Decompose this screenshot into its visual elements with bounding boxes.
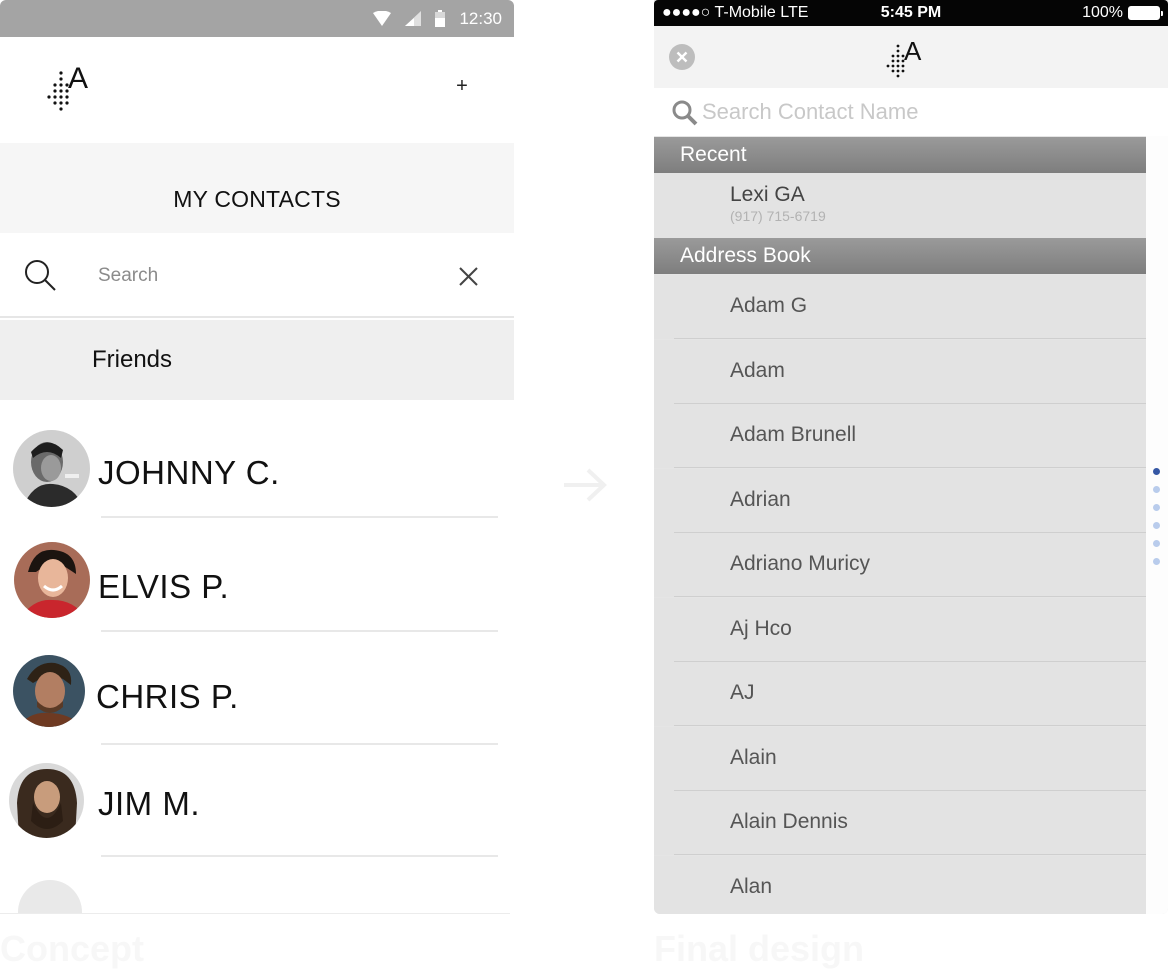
- index-dot[interactable]: [1153, 540, 1160, 547]
- contact-name: CHRIS P.: [96, 678, 239, 715]
- divider: [101, 855, 498, 857]
- index-dot[interactable]: [1153, 522, 1160, 529]
- divider: [674, 596, 1146, 597]
- list-item[interactable]: Adam: [654, 340, 1146, 404]
- battery-percent: 100%: [1082, 4, 1123, 21]
- close-button[interactable]: [669, 44, 695, 70]
- contact-name: AJ: [730, 681, 755, 704]
- add-contact-button[interactable]: +: [452, 76, 472, 96]
- contact-name: Alain Dennis: [730, 810, 848, 833]
- list-item[interactable]: Aj Hco: [654, 598, 1146, 662]
- android-status-bar: 12:30: [0, 0, 514, 37]
- page-title: MY CONTACTS: [173, 186, 341, 212]
- contact-name: ELVIS P.: [98, 568, 230, 605]
- caption-final-design: Final design: [654, 928, 865, 969]
- close-icon: [676, 51, 688, 63]
- section-header-recent: Recent: [654, 137, 1146, 173]
- status-time: 12:30: [459, 8, 502, 28]
- wifi-icon: [373, 11, 392, 26]
- avatar-placeholder: [18, 880, 82, 914]
- battery-icon: [435, 10, 446, 27]
- contact-name: Alan: [730, 875, 773, 898]
- search-input[interactable]: [702, 97, 1122, 127]
- final-phone: ●●●●○ T-Mobile LTE 5:45 PM 100% A Search…: [654, 0, 1168, 914]
- contact-name: JOHNNY C.: [98, 454, 280, 491]
- section-header-address-book: Address Book: [654, 238, 1146, 274]
- list-item[interactable]: Alan: [654, 856, 1146, 914]
- search-icon: [25, 260, 56, 291]
- app-logo: A: [44, 62, 100, 116]
- battery-status: 100%: [1082, 4, 1163, 22]
- section-header-friends: Friends: [0, 320, 514, 400]
- ios-status-bar: ●●●●○ T-Mobile LTE 5:45 PM 100%: [654, 0, 1168, 26]
- signal-icon: [405, 11, 422, 26]
- list-item[interactable]: Adriano Muricy: [654, 533, 1146, 597]
- search-input[interactable]: [98, 261, 418, 291]
- avatar: [9, 763, 84, 838]
- list-item[interactable]: Adrian: [654, 469, 1146, 533]
- clear-search-icon[interactable]: [459, 267, 478, 286]
- index-dot-active[interactable]: [1153, 468, 1160, 475]
- contact-name: Adam G: [730, 294, 808, 317]
- contact-row[interactable]: JOHNNY C.: [0, 404, 514, 518]
- recent-contact-row[interactable]: Lexi GA (917) 715-6719: [654, 173, 1146, 238]
- caption-concept: Concept: [0, 928, 144, 969]
- nav-bar: A: [654, 26, 1168, 88]
- index-dot[interactable]: [1153, 486, 1160, 493]
- list-item[interactable]: Adam Brunell: [654, 404, 1146, 468]
- divider: [674, 854, 1146, 855]
- search-bar: [0, 235, 514, 318]
- contact-name: Aj Hco: [730, 617, 792, 640]
- contact-row[interactable]: CHRIS P.: [0, 632, 514, 745]
- divider: [674, 725, 1146, 726]
- battery-icon: [1128, 6, 1163, 20]
- list-item[interactable]: AJ: [654, 662, 1146, 726]
- divider: [674, 467, 1146, 468]
- alphabet-index-rail[interactable]: [1146, 136, 1168, 914]
- app-logo: A: [884, 36, 928, 82]
- contact-name: Adam Brunell: [730, 423, 857, 446]
- list-item[interactable]: Alain Dennis: [654, 791, 1146, 855]
- index-dot[interactable]: [1153, 504, 1160, 511]
- contact-name: Lexi GA: [730, 183, 805, 206]
- section-label: Recent: [680, 143, 747, 166]
- contact-name: JIM M.: [98, 785, 200, 822]
- avatar: [14, 542, 90, 618]
- index-dot[interactable]: [1153, 558, 1160, 565]
- logo-letter: A: [68, 62, 89, 95]
- contact-row[interactable]: ELVIS P.: [0, 518, 514, 632]
- list-item[interactable]: Alain: [654, 727, 1146, 791]
- search-icon: [672, 100, 698, 126]
- arrow-right-icon: [564, 468, 607, 502]
- divider: [0, 913, 510, 914]
- contact-row[interactable]: JIM M.: [0, 745, 514, 858]
- contact-phone: (917) 715-6719: [730, 208, 826, 224]
- section-label: Address Book: [680, 244, 811, 267]
- avatar: [13, 655, 85, 727]
- divider: [674, 338, 1146, 339]
- contact-name: Adriano Muricy: [730, 552, 871, 575]
- contact-name: Alain: [730, 746, 777, 769]
- search-bar: [654, 88, 1168, 136]
- contact-name: Adrian: [730, 488, 791, 511]
- avatar: [13, 430, 90, 507]
- logo-letter: A: [904, 36, 922, 66]
- section-label: Friends: [92, 346, 173, 373]
- contact-name: Adam: [730, 359, 785, 382]
- list-item[interactable]: Adam G: [654, 275, 1146, 339]
- concept-phone: 12:30 A + MY CONTACTS F: [0, 0, 514, 914]
